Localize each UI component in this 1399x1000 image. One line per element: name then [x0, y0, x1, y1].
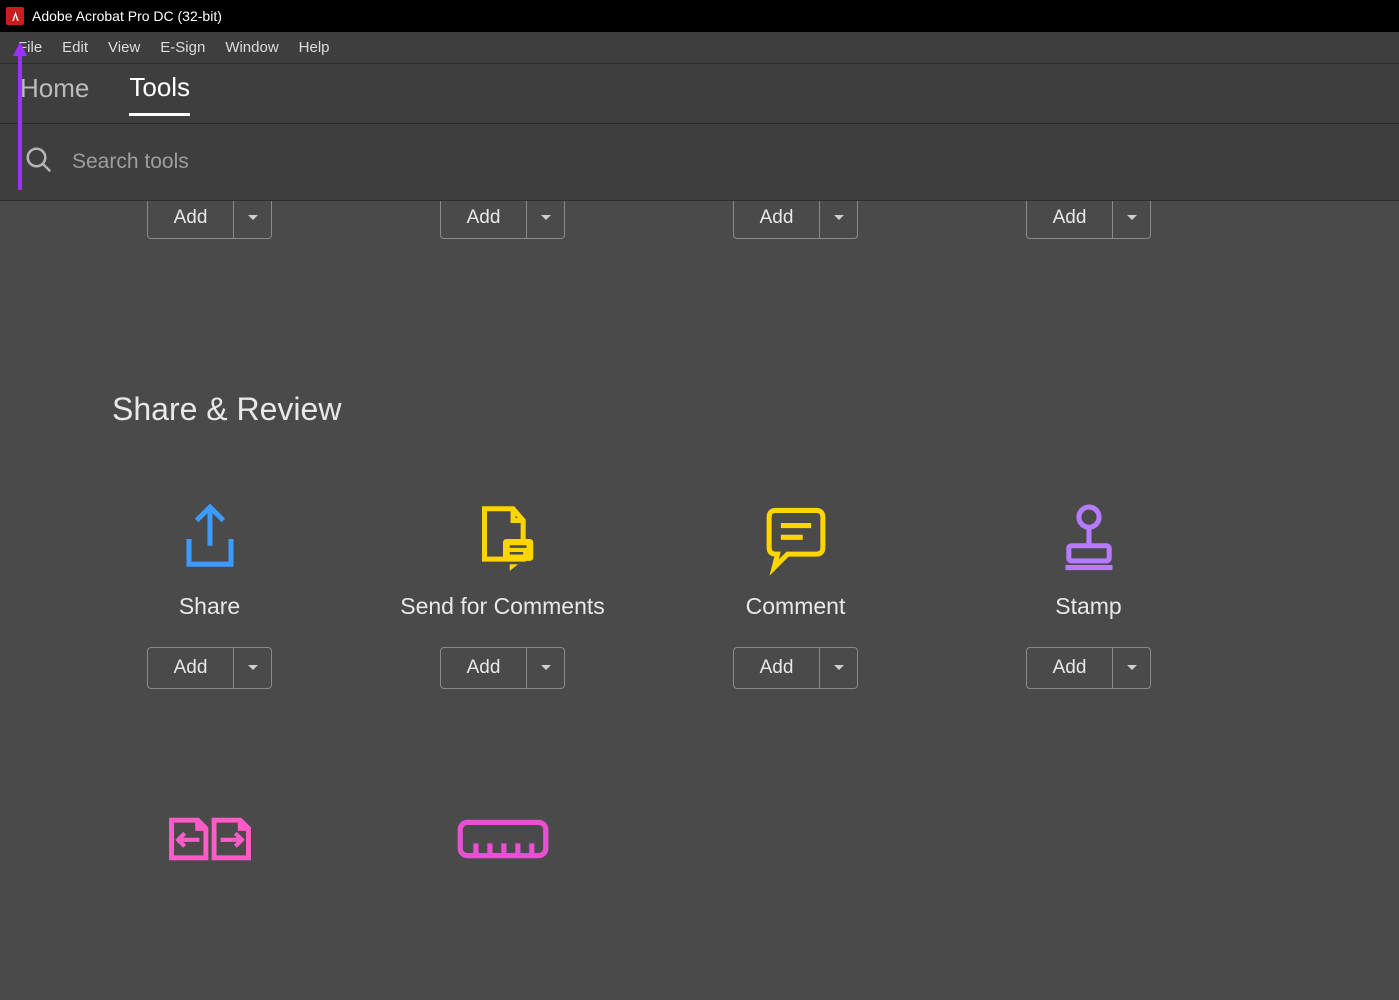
- search-input[interactable]: [72, 150, 472, 174]
- tool-label: Stamp: [1055, 593, 1121, 627]
- add-dropdown-button[interactable]: [527, 201, 565, 239]
- menu-file[interactable]: File: [8, 35, 52, 60]
- section-title-share-review: Share & Review: [112, 391, 341, 428]
- add-dropdown-button[interactable]: [1113, 201, 1151, 239]
- compare-files-icon: [165, 791, 255, 887]
- tool-measure[interactable]: [356, 791, 649, 887]
- add-button[interactable]: Add: [733, 201, 821, 239]
- add-button[interactable]: Add: [1026, 201, 1114, 239]
- send-comments-icon: [461, 491, 545, 587]
- tab-home[interactable]: Home: [20, 73, 89, 114]
- add-dropdown-button[interactable]: [820, 647, 858, 689]
- tool-send-for-comments[interactable]: Send for Comments Add: [356, 491, 649, 689]
- add-button[interactable]: Add: [440, 647, 528, 689]
- add-button[interactable]: Add: [733, 647, 821, 689]
- add-dropdown-button[interactable]: [820, 201, 858, 239]
- search-icon: [24, 145, 54, 180]
- tool-compare-files[interactable]: [63, 791, 356, 887]
- tool-comment[interactable]: Comment Add: [649, 491, 942, 689]
- add-dropdown-button[interactable]: [1113, 647, 1151, 689]
- comment-icon: [754, 491, 838, 587]
- measure-icon: [455, 791, 551, 887]
- tool-stamp[interactable]: Stamp Add: [942, 491, 1235, 689]
- menu-edit[interactable]: Edit: [52, 35, 98, 60]
- add-dropdown-button[interactable]: [234, 647, 272, 689]
- tool-label: Comment: [746, 593, 846, 627]
- window-title: Adobe Acrobat Pro DC (32-bit): [32, 8, 222, 24]
- adobe-acrobat-logo-icon: [6, 7, 24, 25]
- share-icon: [168, 491, 252, 587]
- stamp-icon: [1047, 491, 1131, 587]
- add-button[interactable]: Add: [1026, 647, 1114, 689]
- add-button[interactable]: Add: [147, 201, 235, 239]
- tool-label: Share: [179, 593, 240, 627]
- tab-row: Home Tools: [0, 64, 1399, 124]
- menu-window[interactable]: Window: [215, 35, 288, 60]
- menu-view[interactable]: View: [98, 35, 150, 60]
- search-row: [0, 124, 1399, 201]
- tool-label: Send for Comments: [400, 593, 605, 627]
- menubar: File Edit View E-Sign Window Help: [0, 32, 1399, 64]
- add-dropdown-button[interactable]: [527, 647, 565, 689]
- add-dropdown-button[interactable]: [234, 201, 272, 239]
- content-area: Request E-Signatures Add Fill & Sign Add…: [0, 201, 1399, 1000]
- tab-tools[interactable]: Tools: [129, 72, 190, 116]
- titlebar: Adobe Acrobat Pro DC (32-bit): [0, 0, 1399, 32]
- menu-esign[interactable]: E-Sign: [150, 35, 215, 60]
- add-button[interactable]: Add: [440, 201, 528, 239]
- menu-help[interactable]: Help: [289, 35, 340, 60]
- add-button[interactable]: Add: [147, 647, 235, 689]
- tool-share[interactable]: Share Add: [63, 491, 356, 689]
